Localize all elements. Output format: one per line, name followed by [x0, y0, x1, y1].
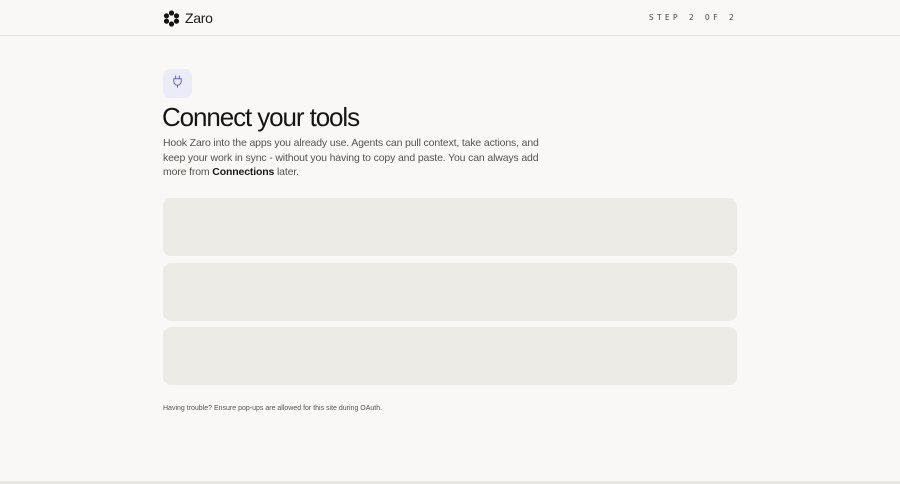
page-title: Connect your tools — [162, 102, 360, 132]
connection-card-placeholder — [163, 327, 737, 385]
connections-link[interactable]: Connections — [212, 166, 274, 178]
flower-logo-icon — [163, 9, 180, 27]
intro-tail: later. — [274, 166, 299, 178]
connection-card-placeholder — [163, 198, 737, 256]
connection-card-placeholder — [163, 263, 737, 321]
top-bar: Zaro STEP 2 OF 2 — [0, 0, 900, 36]
plug-icon-tile — [163, 69, 192, 98]
plug-icon — [171, 74, 184, 93]
intro-paragraph: Hook Zaro into the apps you already use.… — [163, 136, 563, 180]
help-text: Having trouble? Ensure pop-ups are allow… — [163, 405, 383, 412]
brand[interactable]: Zaro — [163, 9, 213, 27]
brand-name: Zaro — [185, 10, 213, 26]
step-indicator: STEP 2 OF 2 — [648, 13, 737, 22]
